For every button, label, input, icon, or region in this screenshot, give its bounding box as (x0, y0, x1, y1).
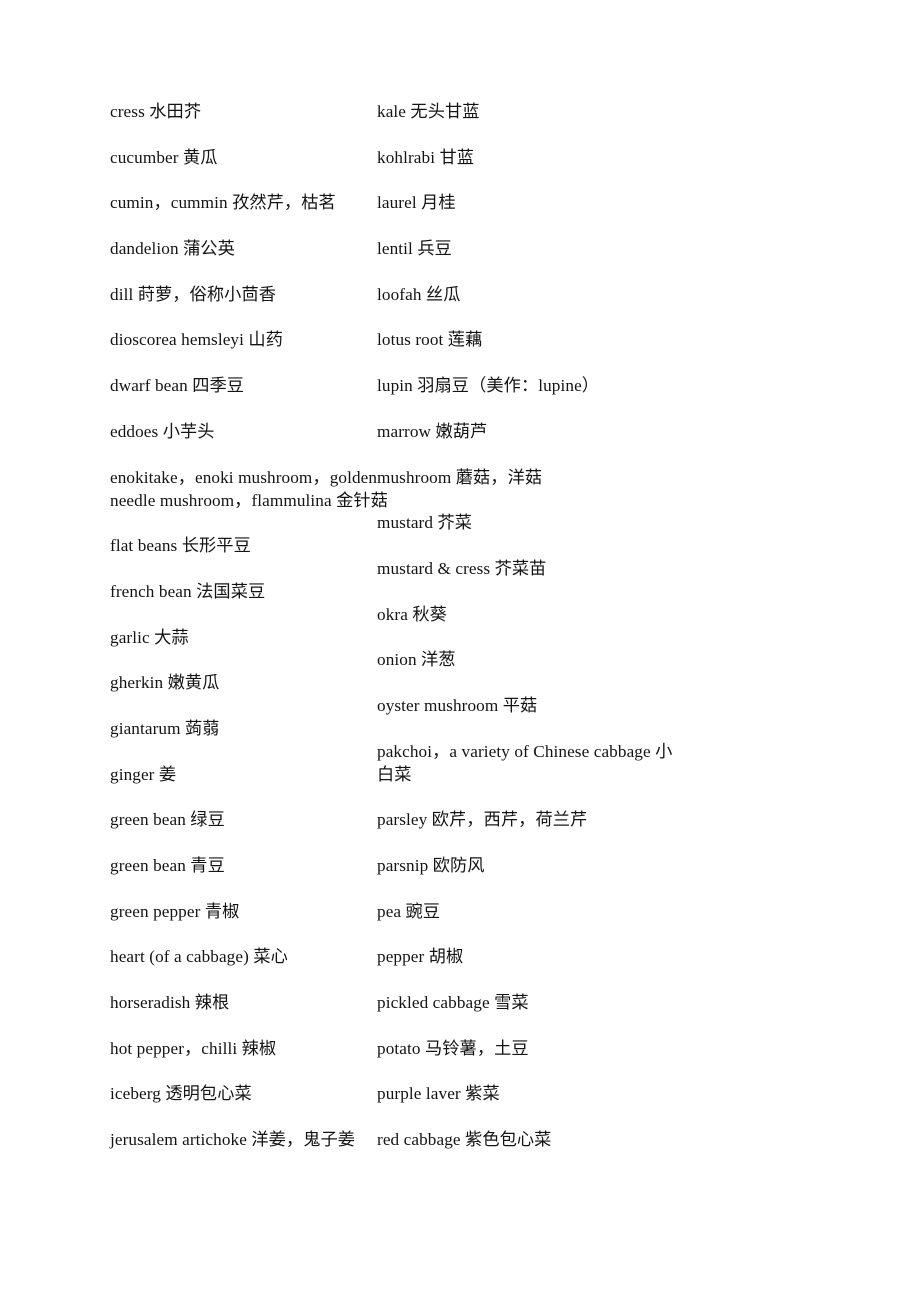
document-page: cress 水田芥 cucumber 黄瓜 cumin，cummin 孜然芹，枯… (0, 0, 920, 1302)
glossary-entry: mustard & cress 芥菜苗 (377, 558, 547, 578)
glossary-entry: oyster mushroom 平菇 (377, 695, 538, 715)
glossary-entry: kohlrabi 甘蓝 (377, 147, 475, 167)
glossary-entry: mustard 芥菜 (377, 513, 473, 533)
glossary-entry: purple laver 紫菜 (377, 1084, 500, 1104)
glossary-entry: mushroom 蘑菇，洋菇 (377, 467, 543, 487)
glossary-entry: potato 马铃薯，土豆 (377, 1038, 529, 1058)
glossary-entry: lotus root 莲藕 (377, 330, 483, 350)
glossary-entry: parsnip 欧防风 (377, 856, 485, 875)
glossary-entry: laurel 月桂 (377, 193, 456, 213)
glossary-entry: lentil 兵豆 (377, 239, 452, 259)
glossary-entry: onion 洋葱 (377, 650, 456, 670)
glossary-right-column: kale 无头甘蓝 kohlrabi 甘蓝 laurel 月桂 lentil 兵… (0, 100, 672, 1151)
glossary-entry: marrow 嫩葫芦 (377, 421, 488, 441)
glossary-columns: cress 水田芥 cucumber 黄瓜 cumin，cummin 孜然芹，枯… (0, 100, 920, 1151)
glossary-entry: loofah 丝瓜 (377, 284, 461, 304)
glossary-entry: pakchoi，a variety of Chinese cabbage 小白菜 (377, 741, 673, 784)
glossary-entry: lupin 羽扇豆（美作：lupine） (377, 376, 600, 396)
glossary-entry: pea 豌豆 (377, 901, 441, 921)
glossary-entry: pickled cabbage 雪菜 (377, 993, 529, 1013)
glossary-entry: okra 秋葵 (377, 604, 447, 624)
glossary-entry: red cabbage 紫色包心菜 (377, 1130, 552, 1150)
glossary-entry: parsley 欧芹，西芹，荷兰芹 (377, 810, 588, 830)
glossary-entry: kale 无头甘蓝 (377, 102, 480, 121)
glossary-entry: pepper 胡椒 (377, 947, 464, 967)
